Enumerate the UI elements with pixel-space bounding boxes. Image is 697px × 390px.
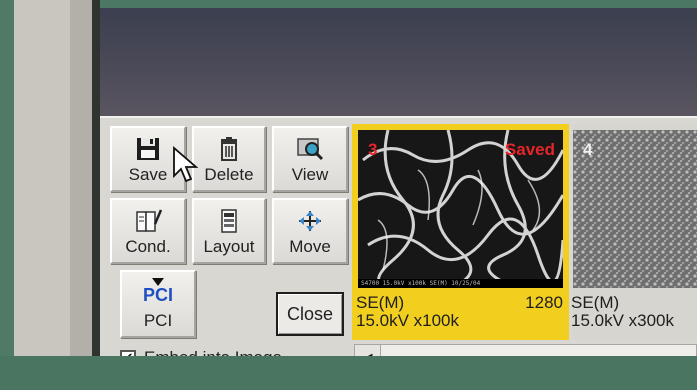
layout-button-label: Layout bbox=[203, 237, 255, 256]
move-arrows-icon bbox=[299, 211, 321, 231]
thumbnail-number: 3 bbox=[368, 140, 378, 159]
pci-button[interactable]: PCI PCI bbox=[120, 270, 196, 338]
cond-button[interactable]: Cond. bbox=[110, 198, 186, 264]
thumbnail-info: SE(M) 15.0kV x300k bbox=[571, 294, 697, 330]
sem-image-3: 3 Saved S4700 15.0kV x100k SE(M) 10/25/0… bbox=[358, 130, 563, 288]
view-button-label: View bbox=[291, 165, 329, 184]
delete-button-label: Delete bbox=[204, 165, 254, 184]
monitor-bezel-top bbox=[0, 0, 697, 8]
delete-button[interactable]: Delete bbox=[192, 126, 266, 192]
thumbnail-number: 4 bbox=[583, 140, 593, 159]
thumbnail-strip: 3 Saved S4700 15.0kV x100k SE(M) 10/25/0… bbox=[352, 124, 697, 340]
trash-icon bbox=[221, 137, 237, 161]
monitor-bezel-left bbox=[0, 0, 100, 390]
pci-button-label: PCI bbox=[143, 311, 173, 330]
move-button[interactable]: Move bbox=[272, 198, 348, 264]
voltage-magnification: 15.0kV x300k bbox=[571, 311, 675, 330]
thumbnail-4[interactable]: 4 SE(M) 15.0kV x300k bbox=[571, 124, 697, 340]
cond-button-label: Cond. bbox=[125, 237, 171, 256]
monitor-bezel-bottom bbox=[0, 356, 697, 390]
pci-icon-text: PCI bbox=[142, 285, 173, 305]
voltage-magnification: 15.0kV x100k bbox=[356, 311, 460, 330]
thumbnail-info: SE(M) 1280 15.0kV x100k bbox=[356, 294, 563, 330]
floppy-disk-icon bbox=[137, 138, 159, 160]
save-button-label: Save bbox=[128, 165, 168, 184]
notebook-pen-icon bbox=[136, 209, 163, 232]
image-viewport bbox=[100, 8, 697, 116]
thumbnail-3[interactable]: 3 Saved S4700 15.0kV x100k SE(M) 10/25/0… bbox=[352, 124, 569, 340]
sem-image-4: 4 bbox=[573, 130, 697, 288]
signal-mode: SE(M) bbox=[356, 293, 405, 312]
close-button[interactable]: Close bbox=[276, 292, 344, 336]
sem-caption: S4700 15.0kV x100k SE(M) 10/25/04 bbox=[358, 279, 563, 288]
close-button-label: Close bbox=[286, 303, 334, 324]
pci-icon: PCI bbox=[138, 278, 178, 308]
move-button-label: Move bbox=[289, 237, 331, 256]
view-button[interactable]: View bbox=[272, 126, 348, 192]
signal-mode: SE(M) bbox=[571, 293, 620, 312]
layout-icon bbox=[221, 209, 237, 233]
saved-status: Saved bbox=[504, 140, 555, 159]
scan-count: 1280 bbox=[525, 293, 563, 312]
mouse-pointer-icon bbox=[173, 146, 198, 183]
magnifier-icon bbox=[297, 138, 324, 161]
layout-button[interactable]: Layout bbox=[192, 198, 266, 264]
